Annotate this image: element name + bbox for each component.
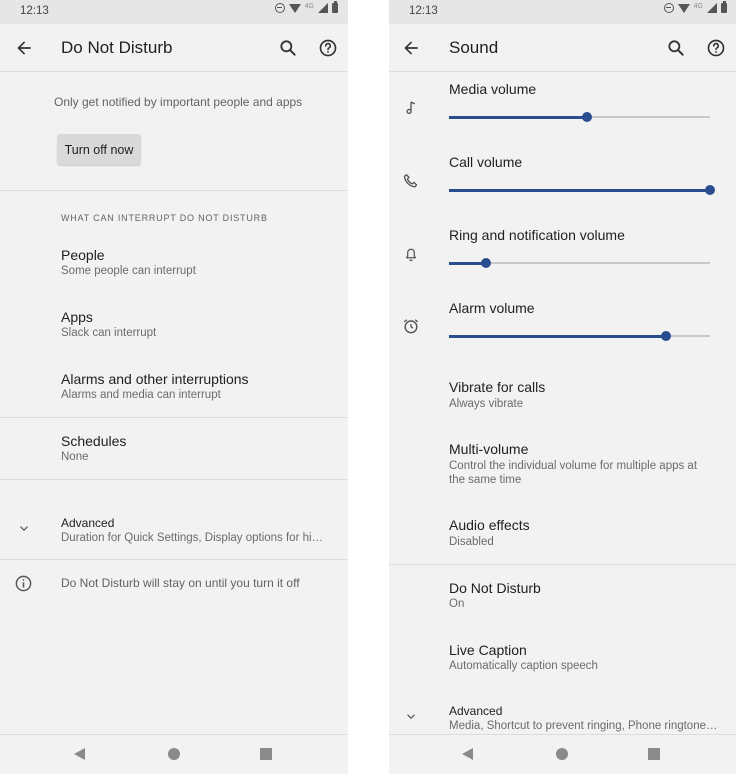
status-time: 12:13: [20, 5, 49, 17]
status-time: 12:13: [409, 5, 438, 17]
back-arrow-icon[interactable]: [401, 38, 421, 58]
list-item-subtitle: Alarms and media can interrupt: [61, 389, 221, 401]
help-icon[interactable]: [318, 38, 338, 58]
divider: [0, 559, 348, 560]
advanced-subtitle: Duration for Quick Settings, Display opt…: [61, 532, 324, 544]
list-item-subtitle: Automatically caption speech: [449, 660, 598, 672]
battery-icon: [332, 1, 338, 13]
slider-fill: [449, 115, 588, 119]
turn-off-now-button[interactable]: Turn off now: [57, 134, 141, 165]
divider: [389, 564, 736, 565]
nav-back-icon[interactable]: [462, 748, 473, 760]
slider-fill: [449, 334, 666, 338]
help-icon[interactable]: [706, 38, 726, 58]
toolbar: Sound: [389, 24, 736, 72]
slider-thumb[interactable]: [705, 185, 715, 195]
call-volume-label: Call volume: [449, 154, 523, 170]
alarm-clock-icon: [403, 319, 419, 334]
media-volume-slider[interactable]: [449, 111, 710, 123]
sound-screen: 12:13 4G Sound Media volume Call volume …: [389, 0, 736, 774]
slider-thumb[interactable]: [660, 331, 671, 341]
nav-recents-icon[interactable]: [260, 748, 272, 760]
list-item-title: Apps: [61, 309, 93, 325]
wifi-icon: [677, 3, 690, 13]
ring-volume-slider[interactable]: [449, 257, 710, 269]
divider: [0, 479, 348, 480]
alarm-volume-slider[interactable]: [449, 330, 710, 342]
back-arrow-icon[interactable]: [14, 38, 34, 58]
nav-bar: [389, 734, 736, 774]
status-icons: 4G: [663, 1, 727, 13]
dnd-screen: 12:13 4G Do Not Disturb Only get notifie…: [0, 0, 348, 774]
list-item-title: People: [61, 247, 105, 263]
list-item-title: Vibrate for calls: [449, 379, 546, 395]
signal-icon: [318, 3, 328, 13]
bell-icon: [405, 248, 417, 262]
status-bar: 12:13 4G: [0, 0, 348, 24]
list-item-subtitle: Control the individual volume for multip…: [449, 460, 698, 472]
battery-icon: [721, 1, 727, 13]
nav-recents-icon[interactable]: [648, 748, 660, 760]
nav-bar: [0, 734, 348, 774]
list-item-subtitle: Disabled: [449, 536, 494, 548]
list-item-subtitle: None: [61, 451, 89, 463]
list-item-title: Live Caption: [449, 642, 527, 658]
network-type: 4G: [693, 2, 703, 10]
search-icon[interactable]: [278, 38, 298, 58]
slider-fill: [449, 188, 710, 192]
signal-icon: [707, 3, 717, 13]
list-item-title: Audio effects: [449, 517, 530, 533]
list-item-subtitle: Slack can interrupt: [61, 327, 157, 339]
list-item-title: Alarms and other interruptions: [61, 371, 249, 387]
info-icon: [15, 575, 32, 592]
slider-thumb[interactable]: [582, 112, 593, 122]
slider-thumb[interactable]: [480, 258, 491, 268]
list-item-title: Do Not Disturb: [449, 580, 541, 596]
advanced-title: Advanced: [61, 516, 115, 530]
nav-home-icon[interactable]: [168, 748, 180, 760]
search-icon[interactable]: [666, 38, 686, 58]
toolbar: Do Not Disturb: [0, 24, 348, 72]
list-item-subtitle: On: [449, 598, 465, 610]
status-bar: 12:13 4G: [389, 0, 736, 24]
wifi-icon: [288, 3, 301, 13]
music-note-icon: [406, 101, 416, 114]
divider: [0, 417, 348, 418]
phone-icon: [403, 174, 418, 188]
list-item-subtitle: Some people can interrupt: [61, 265, 196, 277]
list-item-title: Schedules: [61, 433, 127, 449]
status-icons: 4G: [274, 1, 338, 13]
chevron-down-icon: [20, 526, 28, 531]
list-item-subtitle: the same time: [449, 474, 522, 486]
page-title: Sound: [449, 38, 499, 57]
nav-back-icon[interactable]: [74, 748, 85, 760]
ring-volume-label: Ring and notification volume: [449, 227, 625, 243]
section-header: WHAT CAN INTERRUPT DO NOT DISTURB: [61, 213, 268, 223]
advanced-subtitle: Media, Shortcut to prevent ringing, Phon…: [449, 720, 718, 732]
dnd-status-icon: [274, 3, 285, 13]
nav-home-icon[interactable]: [556, 748, 568, 760]
dnd-description: Only get notified by important people an…: [54, 95, 303, 109]
list-item-subtitle: Always vibrate: [449, 398, 524, 410]
divider: [0, 190, 348, 191]
chevron-down-icon: [407, 714, 415, 719]
call-volume-slider[interactable]: [449, 184, 715, 196]
page-title: Do Not Disturb: [61, 38, 173, 57]
network-type: 4G: [304, 2, 314, 10]
dnd-status-icon: [663, 3, 674, 13]
info-text: Do Not Disturb will stay on until you tu…: [61, 576, 300, 590]
advanced-title: Advanced: [449, 704, 503, 718]
list-item-title: Multi-volume: [449, 441, 529, 457]
alarm-volume-label: Alarm volume: [449, 300, 535, 316]
media-volume-label: Media volume: [449, 81, 537, 97]
